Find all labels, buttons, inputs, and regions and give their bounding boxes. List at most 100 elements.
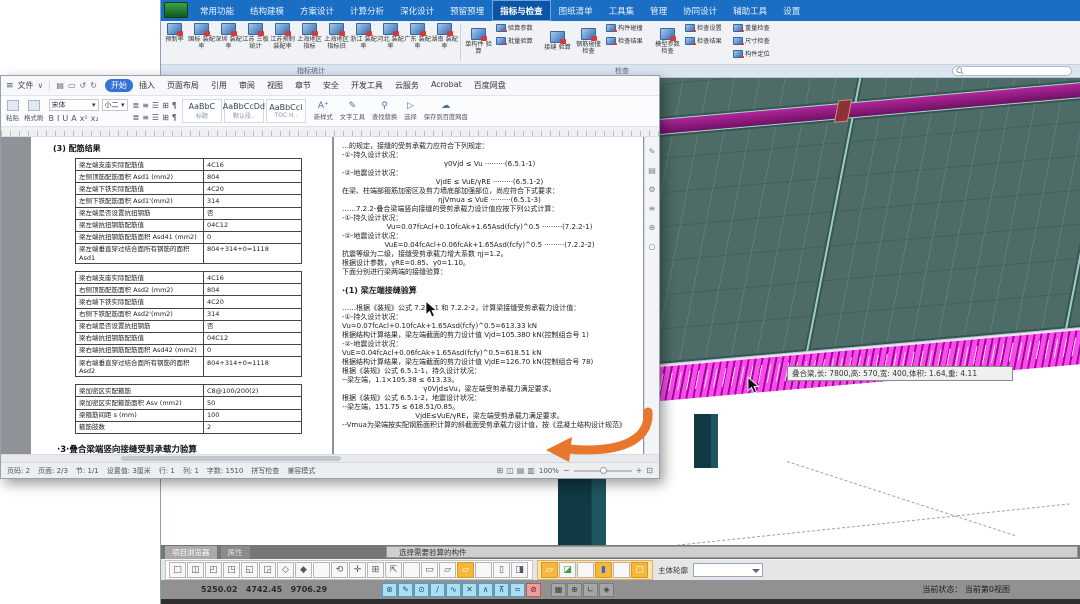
display-tool-button[interactable]: ▱ — [541, 562, 558, 578]
format-button[interactable]: x₂ — [91, 114, 99, 123]
scrollbar-thumb[interactable] — [121, 456, 341, 461]
word-tool-button[interactable]: ▷ 选择 — [404, 102, 417, 121]
word-tool-button[interactable]: ⚲ 查找替换 — [372, 102, 397, 121]
paragraph-button[interactable]: ⊞ — [162, 101, 169, 110]
format-button[interactable]: A — [71, 114, 76, 123]
ruler[interactable] — [1, 127, 659, 137]
grid-toggle-button[interactable]: ⊕ — [567, 583, 582, 597]
ribbon-button[interactable]: 钢筋碰撞 检查 — [573, 26, 604, 55]
side-tool-icon[interactable]: ⊕ — [649, 223, 656, 232]
word-tool-button[interactable]: ☁ 保存到百度网盘 — [424, 102, 468, 121]
ribbon-button[interactable]: 上海地区 指标旧 — [323, 21, 350, 64]
ribbon-tab[interactable]: 工具集 — [601, 0, 643, 21]
word-tab[interactable]: 开发工具 — [345, 79, 389, 92]
word-tab[interactable]: 引用 — [205, 79, 233, 92]
format-button[interactable]: U — [62, 114, 68, 123]
snap-toggle-button[interactable]: ⊛ — [382, 583, 397, 597]
ribbon-button[interactable]: 批量验算 — [494, 36, 542, 45]
ribbon-button[interactable]: 构件定位 — [731, 49, 779, 58]
side-tool-icon[interactable]: ⚙ — [648, 185, 655, 194]
view-tool-button[interactable]: ▱ — [457, 562, 474, 578]
quick-access-icon[interactable]: ↻ — [90, 81, 97, 90]
quick-access-icon[interactable]: ▭ — [68, 81, 76, 90]
panel-tab[interactable]: 项目浏览器 — [165, 546, 217, 559]
ribbon-tab[interactable]: 深化设计 — [392, 0, 442, 21]
column[interactable] — [558, 470, 606, 545]
snap-toggle-button[interactable]: ∕ — [430, 583, 445, 597]
view-tool-button[interactable]: ✛ — [349, 562, 366, 578]
style-card[interactable]: AaBbCcDd 默认段.. — [224, 99, 264, 123]
paragraph-button[interactable]: ¶ — [172, 113, 177, 122]
grid-toggle-button[interactable]: ∟ — [583, 583, 598, 597]
view-tool-button[interactable]: ⊞ — [367, 562, 384, 578]
ribbon-button[interactable]: 湖南 装配率 — [431, 21, 458, 64]
paragraph-button[interactable]: ¶ — [172, 101, 177, 110]
ribbon-tab[interactable]: 协同设计 — [675, 0, 725, 21]
view-tool-button[interactable] — [475, 562, 492, 578]
ribbon-button[interactable]: 浙江 装配率 — [350, 21, 377, 64]
ribbon-button[interactable]: 单构件 验算 — [463, 26, 494, 55]
format-button[interactable]: B — [49, 114, 55, 123]
ribbon-tab[interactable]: 预留预埋 — [442, 0, 492, 21]
ribbon-button[interactable]: 检查设置 — [683, 23, 731, 32]
command-prompt[interactable]: 选择需要验算的构件 — [386, 546, 1078, 558]
column[interactable] — [694, 414, 718, 468]
paragraph-button[interactable]: ☰ — [152, 101, 159, 110]
word-tab[interactable]: 视图 — [261, 79, 289, 92]
view-tool-button[interactable]: ◫ — [187, 562, 204, 578]
ribbon-button[interactable]: 模型参数 检查 — [652, 26, 683, 55]
ribbon-button[interactable]: 检查结果 — [604, 36, 652, 45]
word-tab[interactable]: 章节 — [289, 79, 317, 92]
snap-toggle-button[interactable]: ⊼ — [494, 583, 509, 597]
ribbon-tab[interactable]: 结构建模 — [242, 0, 292, 21]
snap-toggle-button[interactable]: ⊘ — [526, 583, 541, 597]
view-tool-button[interactable]: ◳ — [223, 562, 240, 578]
display-tool-button[interactable] — [613, 562, 630, 578]
side-tool-icon[interactable]: ≡ — [649, 204, 656, 213]
snap-toggle-button[interactable]: ✎ — [398, 583, 413, 597]
view-tool-button[interactable]: □ — [169, 562, 186, 578]
ribbon-button[interactable]: 江苏 三板统计 — [242, 21, 269, 64]
display-tool-button[interactable]: ▮ — [595, 562, 612, 578]
view-tool-button[interactable]: ▭ — [421, 562, 438, 578]
side-tool-icon[interactable]: ○ — [649, 242, 656, 251]
outline-mode-select[interactable] — [693, 563, 763, 577]
paragraph-button[interactable]: ≣ — [133, 113, 140, 122]
display-tool-button[interactable] — [577, 562, 594, 578]
view-tool-button[interactable]: ⟲ — [331, 562, 348, 578]
view-tool-button[interactable]: ◨ — [511, 562, 528, 578]
paragraph-button[interactable]: ≣ — [133, 101, 140, 110]
view-tool-button[interactable]: ▱ — [439, 562, 456, 578]
ribbon-tab[interactable]: 图纸清单 — [551, 0, 601, 21]
format-painter-button[interactable]: 格式刷 — [24, 100, 44, 122]
snap-toggle-button[interactable]: ∧ — [478, 583, 493, 597]
word-tab[interactable]: 审阅 — [233, 79, 261, 92]
word-tab[interactable]: Acrobat — [425, 79, 468, 92]
style-card[interactable]: AaBbC 标题 — [182, 99, 222, 123]
style-card[interactable]: AaBbCcI TOC H.. — [266, 99, 306, 123]
ribbon-tab[interactable]: 辅助工具 — [725, 0, 775, 21]
ribbon-button[interactable]: 尺寸检查 — [731, 36, 779, 45]
snap-toggle-button[interactable]: ⊙ — [414, 583, 429, 597]
grid-toggle-button[interactable]: ◈ — [599, 583, 614, 597]
ribbon-button[interactable]: 河北 装配率 — [377, 21, 404, 64]
view-mode-icon[interactable]: ◫ — [506, 466, 514, 475]
ribbon-button[interactable]: 国标 装配率 — [188, 21, 215, 64]
ribbon-button[interactable]: 接缝 验算 — [542, 29, 573, 51]
hamburger-menu-icon[interactable]: ≡ — [6, 81, 14, 91]
snap-toggle-button[interactable]: ✕ — [462, 583, 477, 597]
view-tool-button[interactable]: ◰ — [205, 562, 222, 578]
view-tool-button[interactable]: ◇ — [277, 562, 294, 578]
display-tool-button[interactable]: ▢ — [631, 562, 648, 578]
word-tool-button[interactable]: ✎ 文字工具 — [340, 102, 365, 121]
ribbon-button[interactable]: 检查结果 — [683, 36, 731, 45]
ribbon-button[interactable]: 深圳 装配率 — [215, 21, 242, 64]
format-button[interactable]: I — [57, 114, 59, 123]
paragraph-button[interactable]: ≡ — [142, 113, 149, 122]
ribbon-button[interactable]: 构件碰撞 — [604, 23, 652, 32]
word-tab[interactable]: 开始 — [105, 79, 133, 92]
ribbon-button[interactable]: 验算参数 — [494, 23, 542, 32]
file-menu[interactable]: 文件 — [18, 80, 34, 91]
ribbon-button[interactable]: 预制率 — [161, 21, 188, 64]
ribbon-button[interactable]: 江苏预制 装配率 — [269, 21, 296, 64]
